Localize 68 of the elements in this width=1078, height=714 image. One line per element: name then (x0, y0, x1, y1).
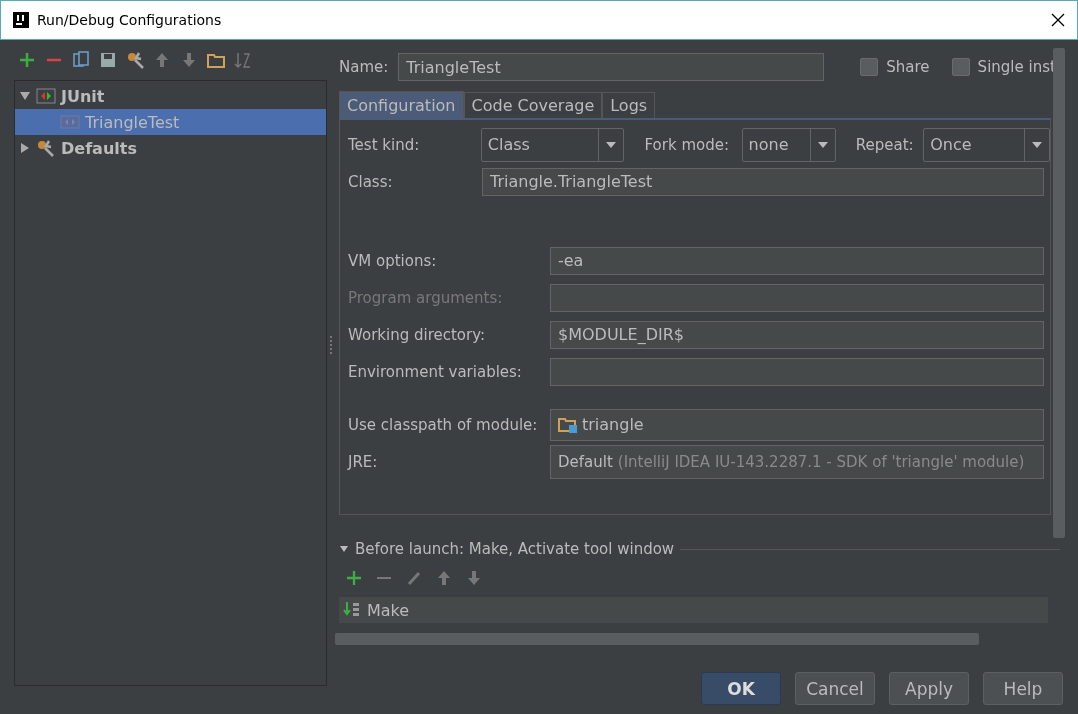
vertical-scrollbar[interactable] (1053, 48, 1065, 538)
module-dropdown[interactable]: triangle (550, 408, 1044, 441)
checkbox-label: Share (886, 58, 930, 76)
copy-icon[interactable] (72, 51, 90, 69)
module-label: Use classpath of module: (348, 415, 539, 434)
dropdown[interactable]: Once (923, 127, 1050, 162)
tab[interactable]: Logs (602, 92, 656, 118)
wrench-gear-icon[interactable] (126, 51, 144, 69)
dropdown[interactable]: Class (480, 127, 625, 162)
tree-item[interactable]: TriangleTest (15, 109, 326, 135)
field-label: Program arguments: (348, 288, 504, 307)
dialog-button[interactable]: Apply (889, 672, 969, 705)
junit-icon (36, 87, 56, 105)
down-arrow-icon[interactable] (180, 51, 198, 69)
up-arrow-icon[interactable] (435, 569, 453, 587)
jre-label: JRE: (348, 452, 379, 471)
app-logo-icon (13, 12, 29, 28)
tree-item[interactable]: Defaults (15, 135, 326, 161)
name-field[interactable]: TriangleTest (398, 53, 825, 81)
expanded-arrow-icon[interactable] (339, 544, 349, 554)
add-icon[interactable] (345, 569, 363, 587)
text-field[interactable]: $MODULE_DIR$ (550, 320, 1044, 349)
class-label: Class: (348, 172, 394, 191)
tree-item[interactable]: JUnit (15, 83, 326, 109)
name-label: Name: (339, 58, 389, 76)
checkbox[interactable] (860, 58, 879, 76)
down-arrow-icon[interactable] (465, 569, 483, 587)
field-label: Environment variables: (348, 362, 523, 381)
combo-label: Test kind: (348, 135, 421, 154)
tab[interactable]: Code Coverage (463, 92, 603, 118)
tree-item-label: JUnit (61, 86, 105, 106)
checkbox[interactable] (951, 58, 970, 76)
dropdown[interactable]: none (741, 127, 836, 162)
dropdown-arrow-icon (816, 140, 829, 149)
tree-item-label: TriangleTest (85, 112, 180, 132)
collapsed-arrow-icon[interactable] (19, 142, 31, 154)
text-field[interactable]: -ea (550, 246, 1044, 275)
pencil-icon[interactable] (405, 569, 423, 587)
before-launch-label[interactable]: Before launch: Make, Activate tool window (355, 540, 675, 558)
field-label: VM options: (348, 251, 438, 270)
jre-dropdown[interactable]: Default (IntelliJ IDEA IU-143.2287.1 - SDK of 'triangle' module) (550, 444, 1044, 479)
task-item[interactable]: Make (339, 597, 1048, 623)
up-arrow-icon[interactable] (153, 51, 171, 69)
expanded-arrow-icon[interactable] (19, 90, 31, 102)
dropdown-arrow-icon (605, 140, 618, 149)
combo-label: Fork mode: (644, 135, 730, 154)
dialog-button[interactable]: OK (701, 672, 781, 705)
dropdown-arrow-icon (1031, 140, 1043, 149)
horizontal-scrollbar[interactable] (335, 633, 979, 645)
wrench-gear-icon (36, 139, 56, 157)
module-folder-icon (558, 416, 578, 433)
window-title: Run/Debug Configurations (37, 12, 223, 28)
add-icon[interactable] (18, 51, 36, 69)
text-field[interactable] (550, 357, 1044, 386)
dialog-button[interactable]: Help (983, 672, 1063, 705)
tree-item-label: Defaults (61, 138, 137, 158)
splitter-grip[interactable] (330, 336, 335, 354)
dialog-button[interactable]: Cancel (795, 672, 875, 705)
field-label: Working directory: (348, 325, 486, 344)
text-field[interactable] (550, 283, 1044, 312)
test-icon (60, 113, 80, 131)
combo-label: Repeat: (855, 135, 915, 154)
close-icon[interactable] (1051, 13, 1065, 27)
class-field[interactable]: Triangle.TriangleTest (482, 167, 1044, 196)
save-icon[interactable] (99, 51, 117, 69)
sort-icon[interactable] (234, 51, 252, 69)
folder-icon[interactable] (207, 51, 225, 69)
tab[interactable]: Configuration (339, 91, 464, 118)
